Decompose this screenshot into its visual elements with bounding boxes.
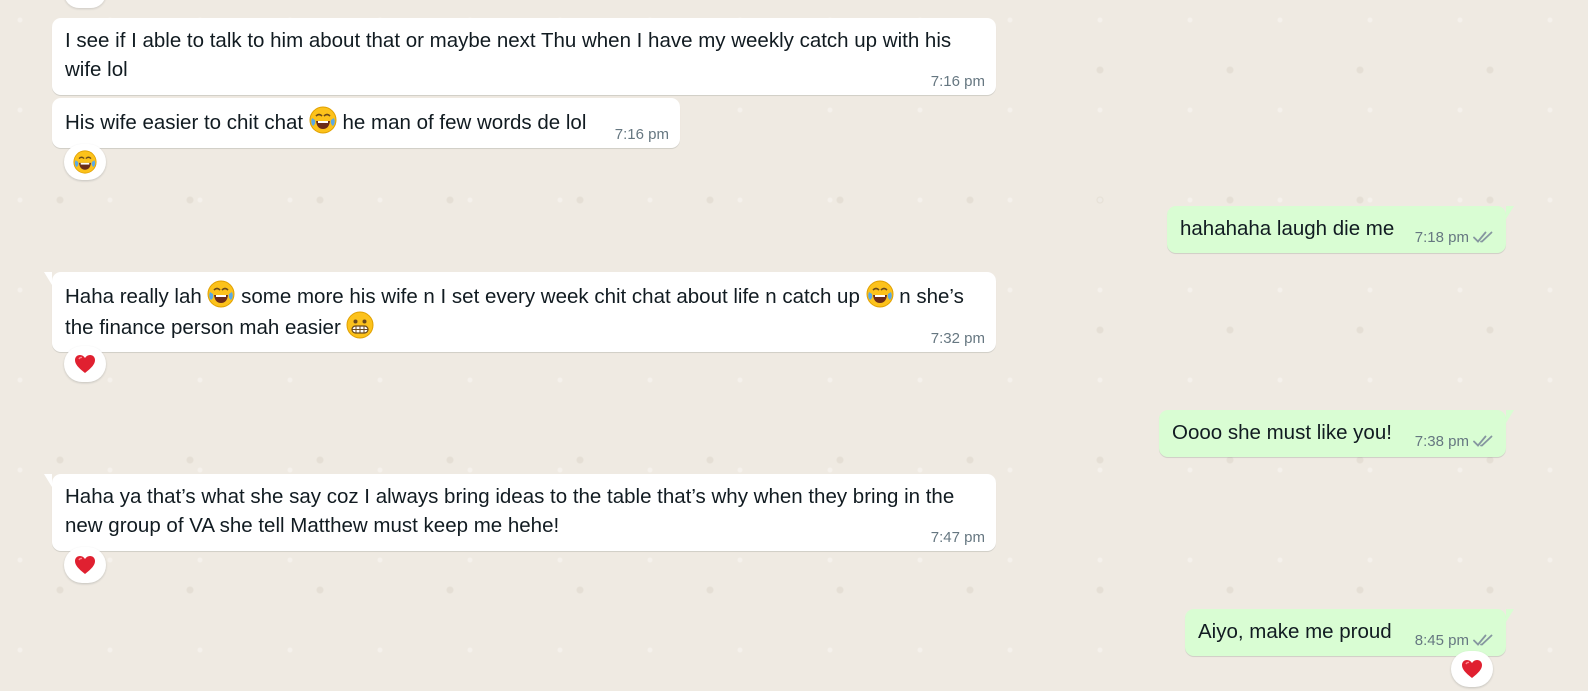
reaction-pill[interactable]	[1451, 651, 1493, 687]
message-incoming[interactable]: Haha really lah some more his wife n I s…	[44, 272, 996, 352]
message-meta: 7:18 pm	[1415, 230, 1495, 247]
message-outgoing[interactable]: hahahaha laugh die me 7:18 pm	[1167, 206, 1514, 253]
message-time: 7:16 pm	[614, 126, 669, 143]
message-time: 8:45 pm	[1414, 632, 1469, 649]
red-heart-emoji	[73, 553, 97, 577]
tears-of-joy-emoji	[207, 280, 235, 308]
double-check-icon	[1473, 633, 1495, 650]
double-check-icon	[1473, 434, 1495, 451]
message-text: hahahaha laugh die me	[1180, 217, 1395, 240]
reaction-pill[interactable]	[64, 547, 106, 583]
message-text-part: he man of few words de lol	[336, 111, 587, 134]
reaction-pill[interactable]	[64, 346, 106, 382]
message-text-part: some more his wife n I set every week ch…	[235, 285, 866, 308]
message-outgoing[interactable]: Oooo she must like you! 7:38 pm	[1159, 410, 1514, 457]
tears-of-joy-emoji	[309, 106, 337, 134]
message-meta: 7:38 pm	[1415, 434, 1495, 451]
message-time: 7:18 pm	[1414, 229, 1469, 246]
message-time: 7:38 pm	[1414, 433, 1469, 450]
message-time: 7:32 pm	[930, 330, 985, 347]
message-outgoing[interactable]: Aiyo, make me proud 8:45 pm	[1185, 609, 1514, 656]
grimacing-face-emoji	[346, 311, 374, 339]
double-check-icon	[1473, 230, 1495, 247]
reaction-pill-partial[interactable]	[64, 0, 106, 8]
message-text: I see if I able to talk to him about tha…	[65, 29, 952, 81]
message-time: 7:16 pm	[930, 73, 985, 90]
message-text: Haha ya that’s what she say coz I always…	[65, 485, 955, 537]
chat-conversation-pane[interactable]: I see if I able to talk to him about tha…	[0, 0, 1588, 691]
message-text: Aiyo, make me proud	[1198, 620, 1392, 643]
message-text-part: His wife easier to chit chat	[65, 111, 309, 134]
message-incoming[interactable]: Haha ya that’s what she say coz I always…	[44, 474, 996, 551]
tears-of-joy-emoji	[73, 150, 97, 174]
red-heart-emoji	[73, 352, 97, 376]
red-heart-emoji	[1460, 657, 1484, 681]
message-incoming[interactable]: I see if I able to talk to him about tha…	[52, 18, 996, 95]
message-time: 7:47 pm	[930, 529, 985, 546]
message-meta: 8:45 pm	[1415, 633, 1495, 650]
message-incoming[interactable]: His wife easier to chit chat he man of f…	[52, 98, 680, 148]
reaction-pill[interactable]	[64, 144, 106, 180]
message-text-part: Haha really lah	[65, 285, 208, 308]
tears-of-joy-emoji	[866, 280, 894, 308]
message-text: Oooo she must like you!	[1172, 421, 1392, 444]
